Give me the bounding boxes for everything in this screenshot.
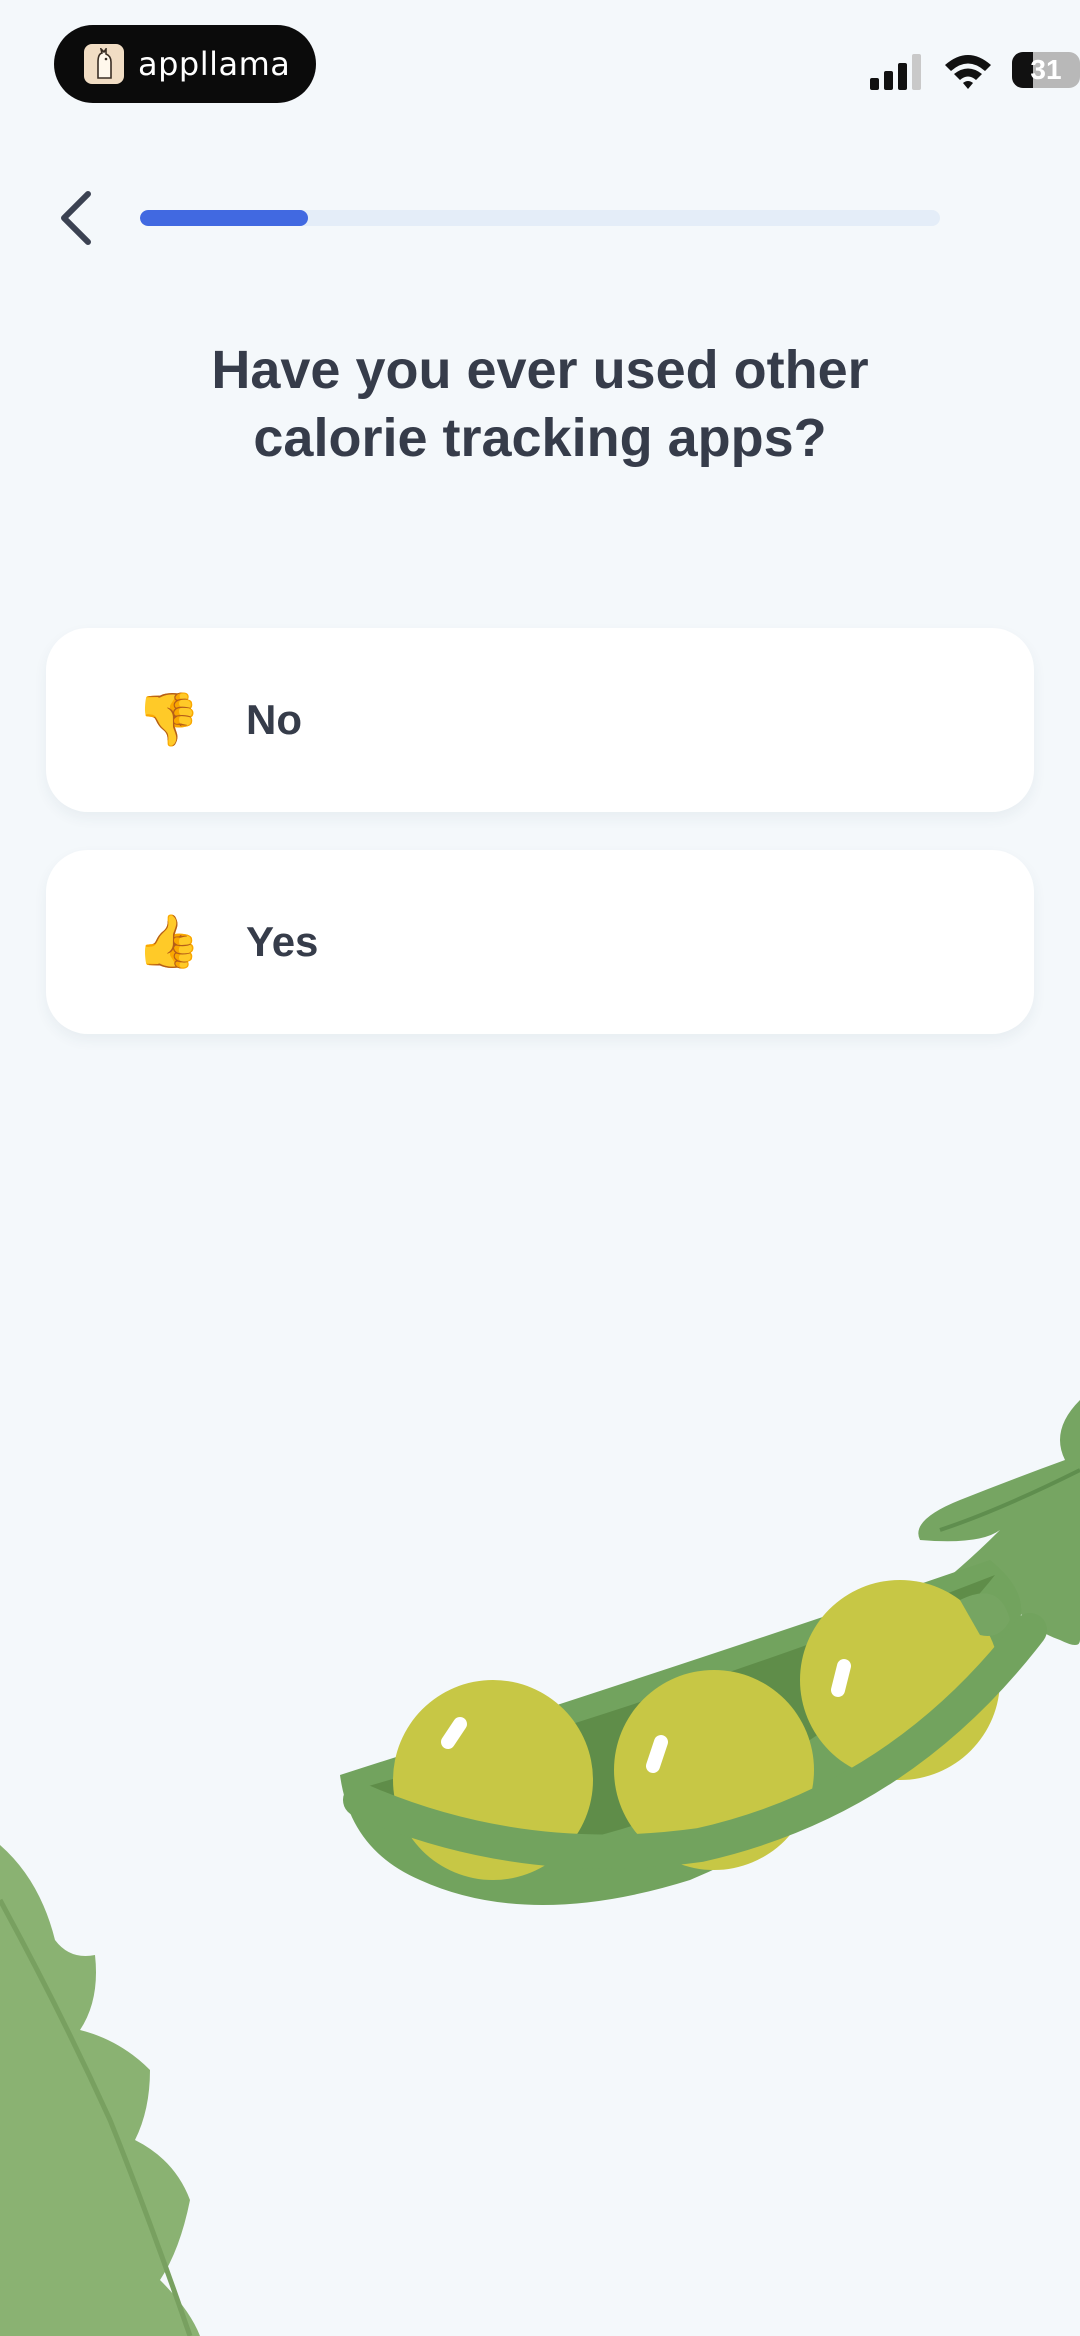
app-name: appllama	[138, 45, 291, 83]
chevron-left-icon	[61, 191, 91, 245]
option-label: Yes	[246, 918, 319, 965]
option-no[interactable]: 👎 No	[46, 628, 1034, 812]
llama-logo-icon	[84, 44, 124, 84]
battery-icon: 31	[1012, 52, 1080, 88]
battery-percentage: 31	[1030, 54, 1062, 85]
question-line-1: Have you ever used other	[211, 340, 869, 400]
question-title: Have you ever used other calorie trackin…	[120, 336, 960, 472]
option-label: No	[246, 696, 302, 743]
signal-icon	[870, 54, 921, 90]
leaf-icon	[0, 1845, 200, 2336]
back-button[interactable]	[48, 186, 104, 250]
pea-pod-icon	[340, 1560, 1047, 1905]
status-icons: 31	[780, 50, 1080, 90]
progress-bar	[140, 210, 940, 226]
question-line-2: calorie tracking apps?	[253, 408, 827, 468]
option-yes[interactable]: 👍 Yes	[46, 850, 1034, 1034]
pea-pod-illustration	[0, 1400, 1080, 2336]
app-badge[interactable]: appllama	[54, 25, 316, 103]
progress-fill	[140, 210, 308, 226]
thumbs-down-icon: 👎	[136, 691, 201, 749]
thumbs-up-icon: 👍	[136, 913, 201, 971]
wifi-icon	[945, 55, 991, 89]
